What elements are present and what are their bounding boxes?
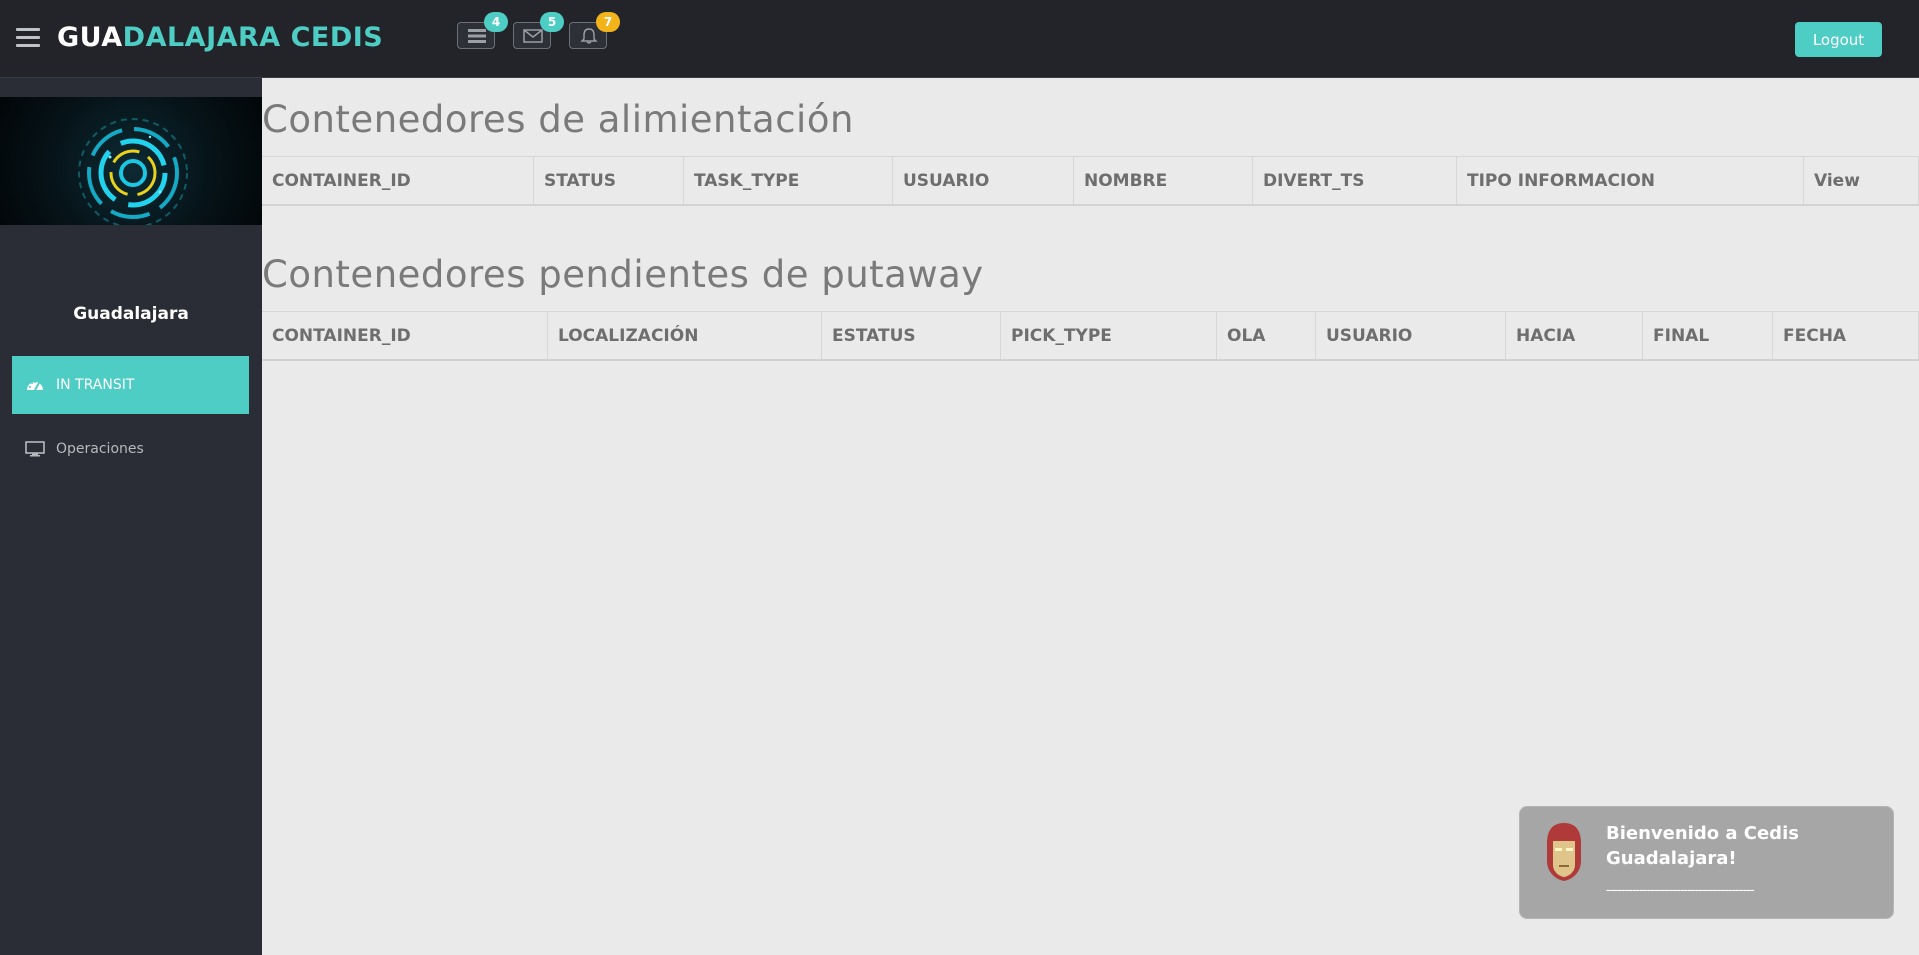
sidebar-item-label: Operaciones <box>56 441 144 457</box>
envelope-icon <box>523 29 543 43</box>
column-header[interactable]: FECHA <box>1772 312 1919 359</box>
column-header[interactable]: STATUS <box>533 157 683 204</box>
brand-text-teal: DALAJARA CEDIS <box>122 22 384 53</box>
brand-text-white: GUA <box>57 22 123 53</box>
sidebar-username: Guadalajara <box>73 304 189 324</box>
column-header[interactable]: CONTAINER_ID <box>262 312 547 359</box>
column-header[interactable]: HACIA <box>1505 312 1642 359</box>
sidebar-item-operaciones[interactable]: Operaciones <box>12 420 249 478</box>
brand-logo[interactable]: GUADALAJARA CEDIS <box>57 22 383 53</box>
profile-banner-image <box>0 97 262 225</box>
notifications-badge: 7 <box>596 12 620 32</box>
column-header[interactable]: TIPO INFORMACION <box>1456 157 1803 204</box>
column-header[interactable]: CONTAINER_ID <box>262 157 533 204</box>
column-header[interactable]: USUARIO <box>892 157 1073 204</box>
column-header[interactable]: PICK_TYPE <box>1000 312 1216 359</box>
column-header[interactable]: DIVERT_TS <box>1252 157 1456 204</box>
sidebar: Guadalajara IN TRANSIT Operaciones <box>0 78 262 955</box>
table-alimentacion-header: CONTAINER_ID STATUS TASK_TYPE USUARIO NO… <box>262 156 1919 206</box>
column-header[interactable]: LOCALIZACIÓN <box>547 312 821 359</box>
table-putaway-header: CONTAINER_ID LOCALIZACIÓN ESTATUS PICK_T… <box>262 311 1919 361</box>
sidebar-item-in-transit[interactable]: IN TRANSIT <box>12 356 249 414</box>
hamburger-menu-icon[interactable] <box>16 28 40 48</box>
column-header[interactable]: FINAL <box>1642 312 1772 359</box>
messages-badge: 5 <box>540 12 564 32</box>
top-header: GUADALAJARA CEDIS 4 5 7 Logout <box>0 0 1919 78</box>
tasks-icon <box>468 29 486 43</box>
bell-icon <box>580 28 598 44</box>
messages-button[interactable]: 5 <box>513 12 564 49</box>
column-header[interactable]: ESTATUS <box>821 312 1000 359</box>
column-header[interactable]: OLA <box>1216 312 1315 359</box>
notifications-button[interactable]: 7 <box>569 12 620 49</box>
toast-message: Bienvenido a Cedis Guadalajara! <box>1606 823 1799 869</box>
dashboard-icon <box>24 376 46 394</box>
logout-button[interactable]: Logout <box>1795 22 1882 57</box>
column-header[interactable]: TASK_TYPE <box>683 157 892 204</box>
iron-man-avatar-icon <box>1542 821 1586 883</box>
welcome-toast[interactable]: Bienvenido a Cedis Guadalajara! --------… <box>1519 806 1894 919</box>
section-title-alimentacion: Contenedores de alimientación <box>262 98 854 141</box>
sidebar-item-label: IN TRANSIT <box>56 377 135 393</box>
desktop-icon <box>24 440 46 458</box>
tasks-button[interactable]: 4 <box>457 12 508 49</box>
section-title-putaway: Contenedores pendientes de putaway <box>262 253 984 296</box>
column-header[interactable]: NOMBRE <box>1073 157 1252 204</box>
column-header[interactable]: USUARIO <box>1315 312 1505 359</box>
tasks-badge: 4 <box>484 12 508 32</box>
toast-separator: ---------------------------------------- <box>1606 883 1755 898</box>
column-header[interactable]: View <box>1803 157 1919 204</box>
